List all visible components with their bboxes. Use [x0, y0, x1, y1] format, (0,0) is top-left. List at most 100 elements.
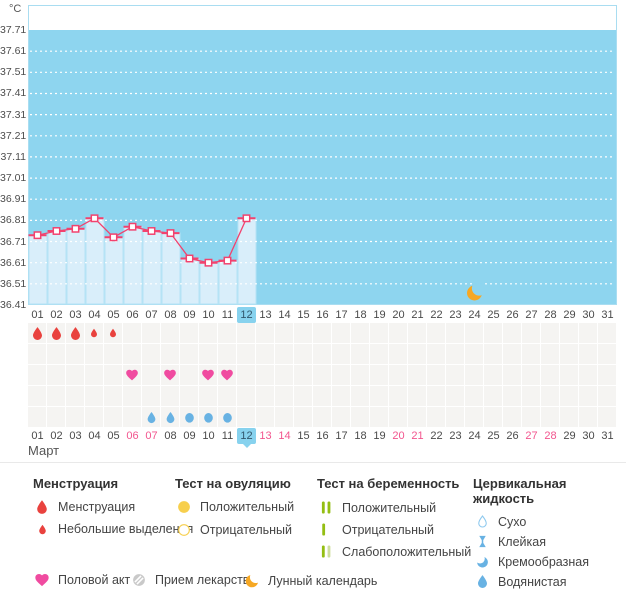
event-cell-r2-d19[interactable]	[370, 365, 389, 386]
event-cell-r3-d18[interactable]	[351, 386, 370, 407]
event-cell-r2-d12[interactable]	[237, 365, 256, 386]
day-label-15[interactable]: 15	[294, 428, 313, 444]
event-cell-r1-d31[interactable]	[598, 344, 617, 365]
event-cell-r3-d2[interactable]	[47, 386, 66, 407]
day-label-07[interactable]: 07	[142, 307, 161, 323]
event-cell-r4-d24[interactable]	[465, 407, 484, 428]
event-cell-r1-d15[interactable]	[294, 344, 313, 365]
day-label-29[interactable]: 29	[560, 428, 579, 444]
event-cell-r1-d23[interactable]	[446, 344, 465, 365]
event-cell-r4-d9[interactable]	[180, 407, 199, 428]
day-label-04[interactable]: 04	[85, 307, 104, 323]
day-label-26[interactable]: 26	[503, 428, 522, 444]
event-cell-r0-d7[interactable]	[142, 323, 161, 344]
day-label-19[interactable]: 19	[370, 307, 389, 323]
day-label-02[interactable]: 02	[47, 428, 66, 444]
day-label-01[interactable]: 01	[28, 307, 47, 323]
event-cell-r3-d27[interactable]	[522, 386, 541, 407]
day-label-15[interactable]: 15	[294, 307, 313, 323]
day-label-18[interactable]: 18	[351, 307, 370, 323]
event-cell-r4-d19[interactable]	[370, 407, 389, 428]
event-cell-r2-d17[interactable]	[332, 365, 351, 386]
event-cell-r0-d12[interactable]	[237, 323, 256, 344]
day-label-09[interactable]: 09	[180, 307, 199, 323]
event-cell-r1-d7[interactable]	[142, 344, 161, 365]
day-label-12[interactable]: 12	[237, 307, 256, 323]
day-label-31[interactable]: 31	[598, 307, 617, 323]
day-label-13[interactable]: 13	[256, 428, 275, 444]
day-label-04[interactable]: 04	[85, 428, 104, 444]
event-cell-r1-d9[interactable]	[180, 344, 199, 365]
event-cell-r4-d10[interactable]	[199, 407, 218, 428]
event-cell-r1-d26[interactable]	[503, 344, 522, 365]
event-cell-r2-d26[interactable]	[503, 365, 522, 386]
event-cell-r2-d27[interactable]	[522, 365, 541, 386]
event-cell-r3-d14[interactable]	[275, 386, 294, 407]
day-label-08[interactable]: 08	[161, 307, 180, 323]
event-cell-r3-d8[interactable]	[161, 386, 180, 407]
event-cell-r3-d1[interactable]	[28, 386, 47, 407]
event-cell-r1-d3[interactable]	[66, 344, 85, 365]
day-label-30[interactable]: 30	[579, 428, 598, 444]
event-cell-r4-d7[interactable]	[142, 407, 161, 428]
event-cell-r0-d24[interactable]	[465, 323, 484, 344]
event-cell-r2-d30[interactable]	[579, 365, 598, 386]
event-cell-r1-d21[interactable]	[408, 344, 427, 365]
day-label-12[interactable]: 12	[237, 428, 256, 448]
event-cell-r2-d31[interactable]	[598, 365, 617, 386]
day-label-10[interactable]: 10	[199, 428, 218, 444]
event-cell-r3-d19[interactable]	[370, 386, 389, 407]
event-cell-r1-d1[interactable]	[28, 344, 47, 365]
event-cell-r4-d18[interactable]	[351, 407, 370, 428]
day-label-25[interactable]: 25	[484, 428, 503, 444]
event-cell-r2-d15[interactable]	[294, 365, 313, 386]
day-label-09[interactable]: 09	[180, 428, 199, 444]
day-label-29[interactable]: 29	[560, 307, 579, 323]
event-cell-r4-d16[interactable]	[313, 407, 332, 428]
day-label-11[interactable]: 11	[218, 428, 237, 444]
event-cell-r4-d26[interactable]	[503, 407, 522, 428]
event-cell-r2-d23[interactable]	[446, 365, 465, 386]
event-cell-r1-d29[interactable]	[560, 344, 579, 365]
event-cell-r1-d2[interactable]	[47, 344, 66, 365]
event-cell-r4-d28[interactable]	[541, 407, 560, 428]
day-label-05[interactable]: 05	[104, 307, 123, 323]
event-cell-r4-d3[interactable]	[66, 407, 85, 428]
event-cell-r1-d14[interactable]	[275, 344, 294, 365]
day-label-25[interactable]: 25	[484, 307, 503, 323]
event-cell-r4-d20[interactable]	[389, 407, 408, 428]
event-cell-r4-d31[interactable]	[598, 407, 617, 428]
event-cell-r3-d29[interactable]	[560, 386, 579, 407]
event-cell-r3-d15[interactable]	[294, 386, 313, 407]
event-cell-r2-d29[interactable]	[560, 365, 579, 386]
day-label-11[interactable]: 11	[218, 307, 237, 323]
event-cell-r0-d14[interactable]	[275, 323, 294, 344]
day-label-27[interactable]: 27	[522, 428, 541, 444]
event-cell-r3-d7[interactable]	[142, 386, 161, 407]
event-cell-r2-d1[interactable]	[28, 365, 47, 386]
day-label-19[interactable]: 19	[370, 428, 389, 444]
event-cell-r4-d27[interactable]	[522, 407, 541, 428]
event-cell-r2-d11[interactable]	[218, 365, 237, 386]
event-cell-r4-d6[interactable]	[123, 407, 142, 428]
event-cell-r1-d17[interactable]	[332, 344, 351, 365]
event-cell-r2-d28[interactable]	[541, 365, 560, 386]
event-cell-r1-d30[interactable]	[579, 344, 598, 365]
event-cell-r1-d10[interactable]	[199, 344, 218, 365]
event-cell-r0-d5[interactable]	[104, 323, 123, 344]
event-cell-r0-d15[interactable]	[294, 323, 313, 344]
event-cell-r1-d18[interactable]	[351, 344, 370, 365]
day-label-05[interactable]: 05	[104, 428, 123, 444]
event-cell-r0-d9[interactable]	[180, 323, 199, 344]
event-cell-r0-d4[interactable]	[85, 323, 104, 344]
event-cell-r0-d13[interactable]	[256, 323, 275, 344]
event-cell-r2-d9[interactable]	[180, 365, 199, 386]
event-cell-r4-d22[interactable]	[427, 407, 446, 428]
day-label-01[interactable]: 01	[28, 428, 47, 444]
day-label-17[interactable]: 17	[332, 307, 351, 323]
event-cell-r3-d16[interactable]	[313, 386, 332, 407]
event-cell-r4-d11[interactable]	[218, 407, 237, 428]
day-label-27[interactable]: 27	[522, 307, 541, 323]
day-label-14[interactable]: 14	[275, 307, 294, 323]
day-label-10[interactable]: 10	[199, 307, 218, 323]
